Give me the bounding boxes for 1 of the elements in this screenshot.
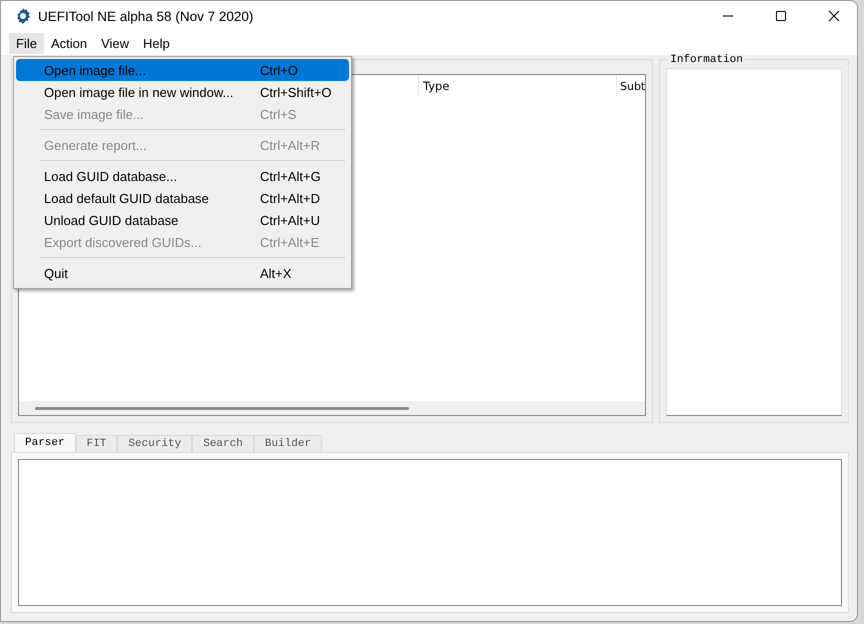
window-title: UEFITool NE alpha 58 (Nov 7 2020) xyxy=(38,8,254,24)
